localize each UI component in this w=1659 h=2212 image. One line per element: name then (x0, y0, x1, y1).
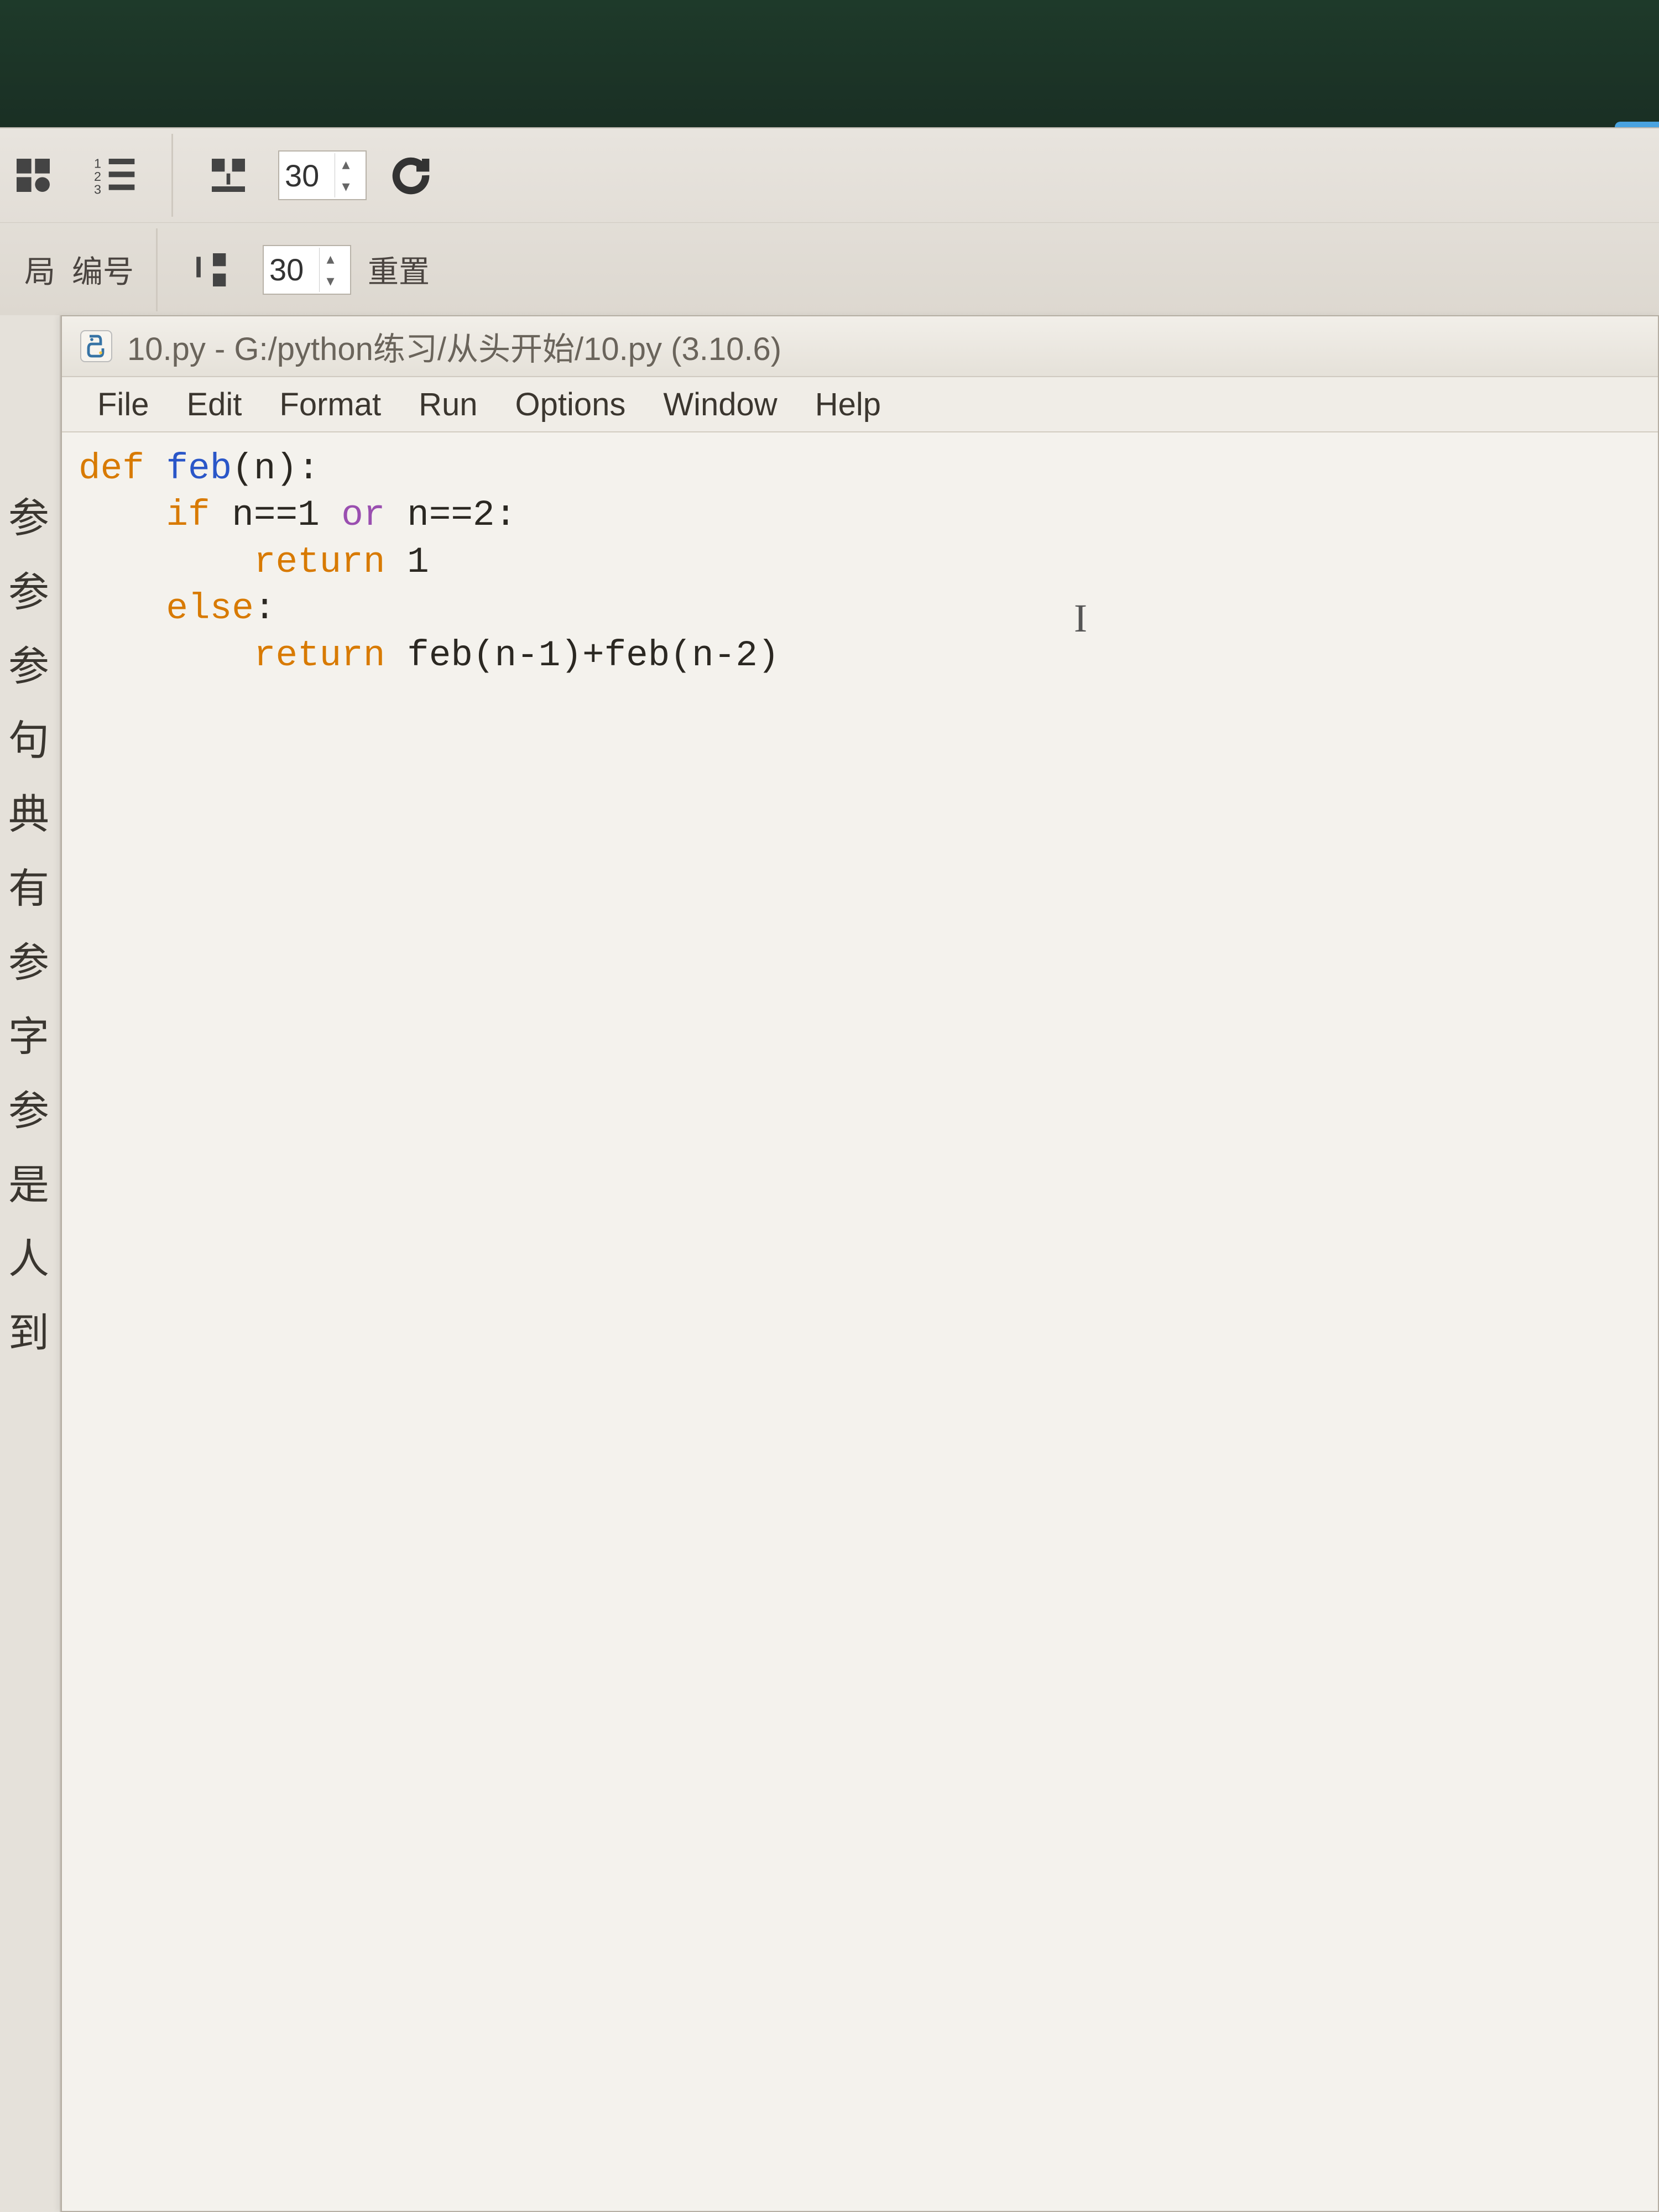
code-keyword-def: def (79, 448, 166, 489)
spinner-arrows[interactable]: ▴▾ (319, 248, 341, 292)
text-spacing-icon[interactable]: I (180, 248, 246, 292)
code-func-name: feb (166, 448, 232, 489)
menu-format[interactable]: Format (260, 380, 400, 429)
code-text: 1 (385, 541, 429, 583)
left-strip-char: 参 (0, 629, 60, 703)
reload-icon (389, 153, 433, 197)
left-strip-char: 参 (0, 481, 60, 555)
background-app-toolbar: 123 ▴▾ 局 编号 I ▴▾ 重置 (0, 127, 1659, 315)
left-strip-char: 字 (0, 1000, 60, 1074)
idle-code-editor[interactable]: def feb(n): if n==1 or n==2: return 1 el… (62, 432, 1658, 2211)
code-keyword-or: or (341, 494, 385, 536)
text-caret-icon: I (1074, 593, 1087, 644)
menu-file[interactable]: File (79, 380, 168, 429)
svg-text:1: 1 (94, 156, 101, 171)
code-keyword-else: else (79, 588, 254, 629)
left-strip-char: 人 (0, 1222, 60, 1296)
spacing-after-spinner[interactable]: ▴▾ (263, 245, 351, 295)
toolbar-label-layout: 局 (0, 247, 55, 292)
idle-titlebar[interactable]: 10.py - G:/python练习/从头开始/10.py (3.10.6) (62, 316, 1658, 377)
spinner-arrows[interactable]: ▴▾ (335, 153, 357, 197)
python-file-icon (79, 328, 114, 364)
code-keyword-if: if (79, 494, 210, 536)
toolbar-label-numbering: 编号 (72, 247, 134, 292)
menu-edit[interactable]: Edit (168, 380, 260, 429)
numbered-list-icon[interactable]: 123 (83, 153, 149, 197)
idle-menubar: File Edit Format Run Options Window Help (62, 377, 1658, 432)
left-strip-char: 典 (0, 778, 60, 852)
menu-run[interactable]: Run (400, 380, 496, 429)
layout-icon[interactable] (0, 153, 66, 197)
left-strip-char: 参 (0, 555, 60, 629)
left-strip-char: 有 (0, 852, 60, 926)
idle-window-title: 10.py - G:/python练习/从头开始/10.py (3.10.6) (127, 323, 781, 369)
toolbar-separator (156, 228, 158, 311)
code-text: n==1 (210, 494, 342, 536)
toolbar-label-reset[interactable]: 重置 (368, 247, 430, 292)
left-strip-char: 句 (0, 703, 60, 778)
code-text: : (254, 588, 276, 629)
svg-text:3: 3 (94, 182, 101, 196)
menu-help[interactable]: Help (796, 380, 900, 429)
left-strip-char: 到 (0, 1296, 60, 1370)
code-text: n==2: (385, 494, 517, 536)
spacing-after-input[interactable] (264, 252, 319, 288)
idle-editor-window: 10.py - G:/python练习/从头开始/10.py (3.10.6) … (61, 315, 1659, 2212)
menu-window[interactable]: Window (644, 380, 796, 429)
background-left-panel: 参 参 参 句 典 有 参 字 参 是 人 到 (0, 315, 61, 2212)
left-strip-char: 参 (0, 926, 60, 1000)
spacing-before-input[interactable] (279, 158, 335, 194)
left-strip-char: 参 (0, 1074, 60, 1148)
code-keyword-return: return (79, 635, 385, 676)
desktop-background-top (0, 0, 1659, 127)
svg-text:2: 2 (94, 169, 101, 184)
reset-button[interactable] (383, 148, 439, 203)
code-text: feb(n-1)+feb(n-2) (385, 635, 780, 676)
code-text: (n): (232, 448, 319, 489)
menu-options[interactable]: Options (497, 380, 645, 429)
left-strip-char: 是 (0, 1148, 60, 1222)
code-keyword-return: return (79, 541, 385, 583)
toolbar-separator (171, 134, 173, 217)
svg-text:I: I (195, 251, 203, 284)
spacing-icon[interactable] (195, 153, 262, 197)
spacing-before-spinner[interactable]: ▴▾ (278, 150, 367, 200)
